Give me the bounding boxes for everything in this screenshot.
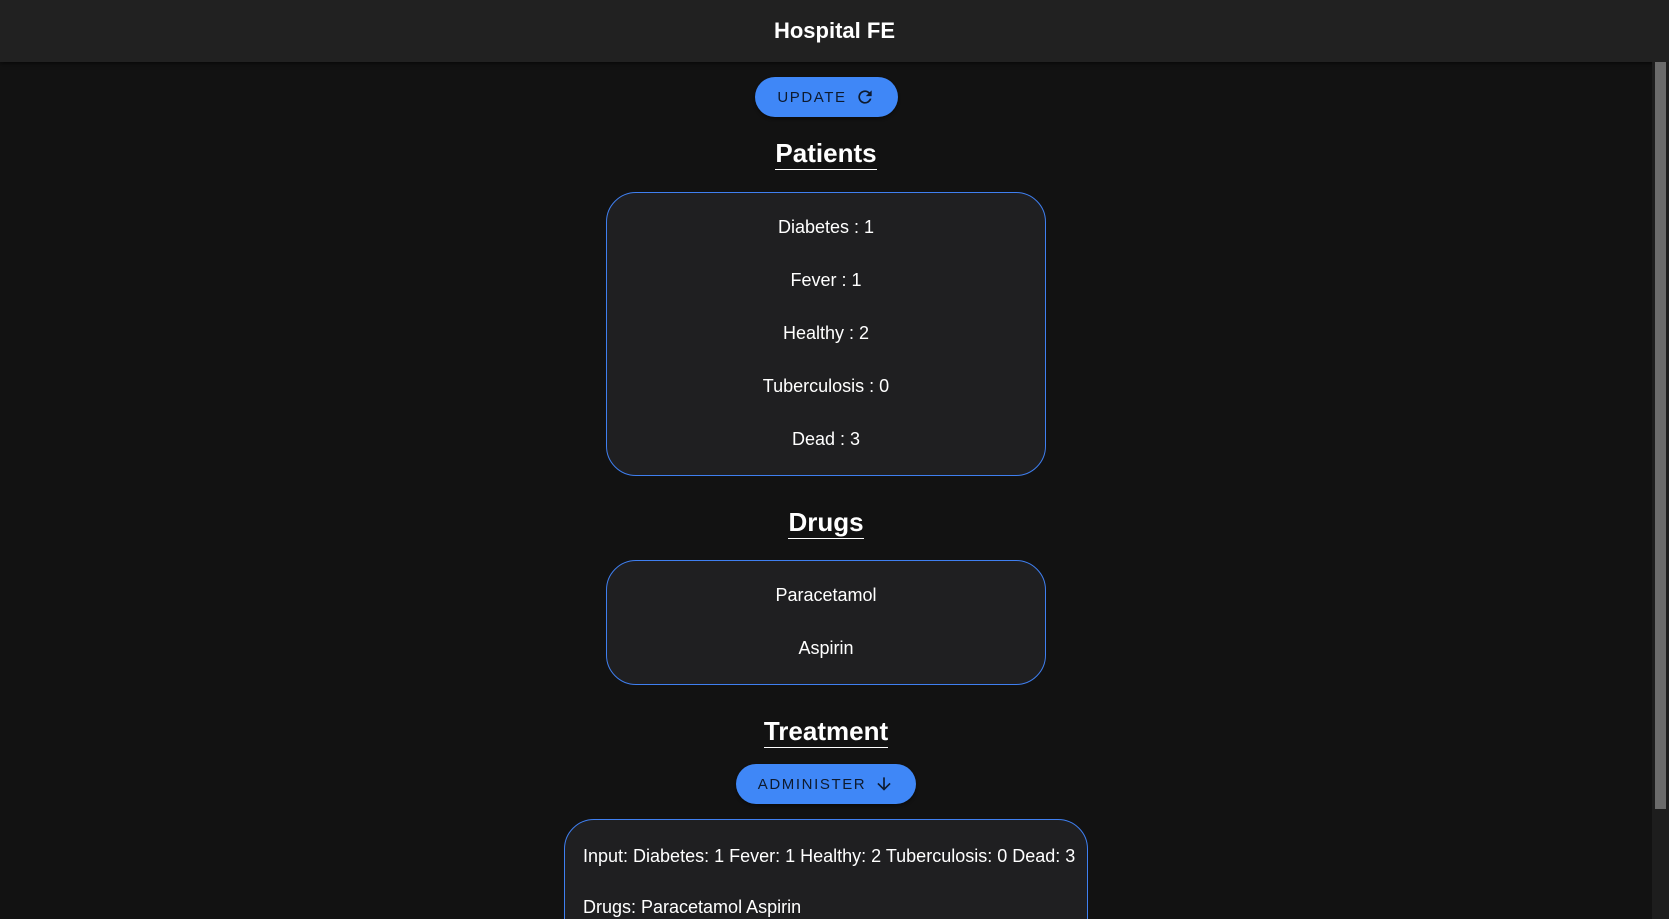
app-bar: Hospital FE — [0, 0, 1669, 62]
drug-item-paracetamol: Paracetamol — [775, 585, 877, 605]
patient-stat-tuberculosis: Tuberculosis : 0 — [762, 376, 890, 396]
treatment-heading: Treatment — [763, 716, 889, 748]
treatment-input-line: Input: Diabetes: 1 Fever: 1 Healthy: 2 T… — [583, 846, 1076, 866]
vertical-scrollbar[interactable] — [1652, 62, 1669, 919]
administer-button-label: ADMINISTER — [757, 775, 867, 793]
drug-item-aspirin: Aspirin — [798, 638, 854, 658]
scrollbar-thumb[interactable] — [1655, 62, 1666, 809]
administer-button[interactable]: ADMINISTER — [736, 764, 916, 804]
patient-stat-diabetes: Diabetes : 1 — [777, 217, 875, 237]
treatment-drugs-line: Drugs: Paracetamol Aspirin — [583, 897, 802, 917]
drugs-heading: Drugs — [788, 507, 864, 539]
main-content: UPDATE Patients Diabetes : 1 Fever : 1 H… — [0, 62, 1652, 919]
patient-stat-fever: Fever : 1 — [790, 270, 862, 290]
patients-card: Diabetes : 1 Fever : 1 Healthy : 2 Tuber… — [606, 192, 1046, 476]
patient-stat-dead: Dead : 3 — [791, 429, 861, 449]
app-title: Hospital FE — [773, 18, 895, 43]
patients-heading: Patients — [775, 138, 877, 170]
patient-stat-healthy: Healthy : 2 — [782, 323, 870, 343]
update-button-label: UPDATE — [777, 88, 847, 106]
drugs-card: Paracetamol Aspirin — [606, 560, 1046, 685]
refresh-icon — [857, 90, 872, 104]
treatment-result-card: Input: Diabetes: 1 Fever: 1 Healthy: 2 T… — [564, 819, 1088, 919]
arrow-down-icon — [877, 777, 891, 791]
update-button[interactable]: UPDATE — [754, 77, 898, 117]
